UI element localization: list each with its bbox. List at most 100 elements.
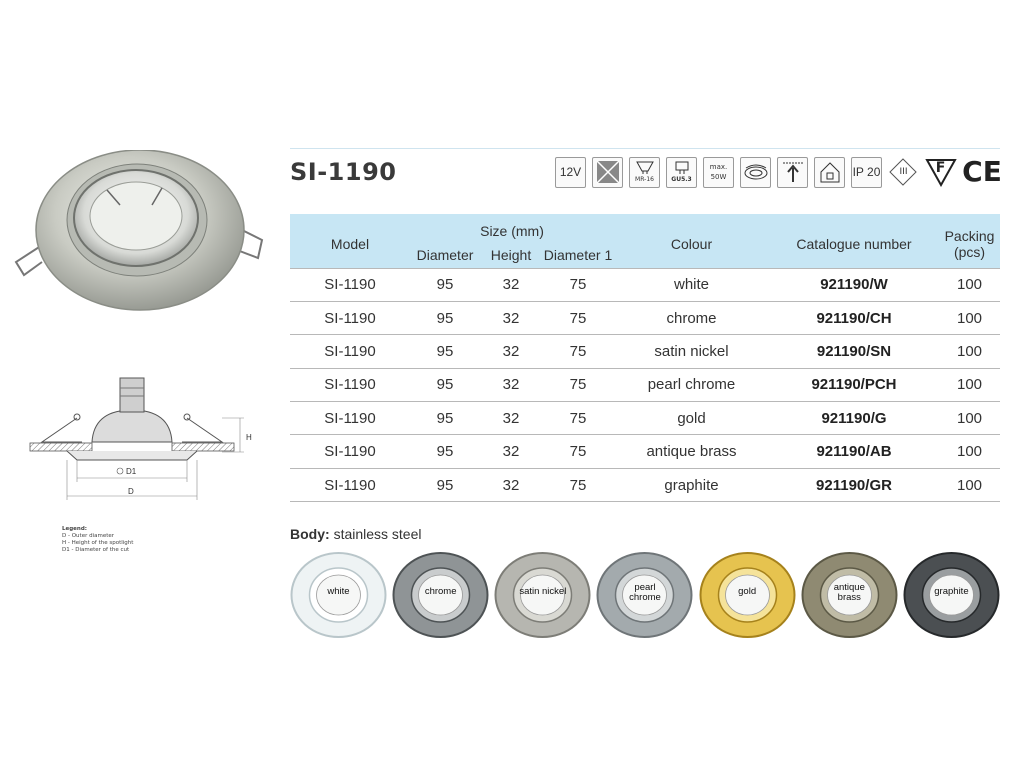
cell-model: SI-1190 xyxy=(290,401,410,436)
cell-height: 32 xyxy=(480,334,542,369)
legend-item: H - Height of the spotlight xyxy=(62,540,134,546)
table-row: SI-1190 95 32 75 gold 921190/G 100 xyxy=(290,401,1000,436)
spring-mount-icon xyxy=(740,156,771,188)
cell-height: 32 xyxy=(480,434,542,469)
cell-catalogue: 921190/AB xyxy=(769,434,939,469)
dim-label-d1: D1 xyxy=(126,467,137,476)
swatch-label: white xyxy=(290,587,387,597)
cell-catalogue: 921190/SN xyxy=(769,334,939,369)
voltage-label: 12V xyxy=(559,164,582,179)
cell-diameter: 95 xyxy=(410,301,480,336)
cell-model: SI-1190 xyxy=(290,301,410,336)
table-row: SI-1190 95 32 75 satin nickel 921190/SN 100 xyxy=(290,334,1000,369)
cell-colour: white xyxy=(614,267,769,302)
cell-diameter: 95 xyxy=(410,368,480,403)
swatch-label: pearl chrome xyxy=(596,583,693,603)
cell-diameter1: 75 xyxy=(542,301,614,336)
ip-rating-label: IP 20 xyxy=(852,164,881,179)
no-cover-icon xyxy=(592,156,623,188)
cell-packing: 100 xyxy=(939,368,1000,403)
cell-diameter1: 75 xyxy=(542,401,614,436)
header-size: Size (mm) xyxy=(410,214,614,242)
class-iii-label: III xyxy=(899,166,908,177)
swatch-label-line1: gold xyxy=(738,586,757,597)
max-power-icon: max. 50W xyxy=(703,156,734,188)
cell-height: 32 xyxy=(480,301,542,336)
cell-packing: 100 xyxy=(939,301,1000,336)
swatch-label: antique brass xyxy=(801,583,898,603)
header-model: Model xyxy=(290,214,410,268)
class-iii-icon: III xyxy=(888,157,919,188)
dim-label-h: H xyxy=(246,433,252,442)
dim-label-d: D xyxy=(128,487,134,496)
cell-height: 32 xyxy=(480,267,542,302)
ip-rating-icon: IP 20 xyxy=(851,156,882,188)
cell-catalogue: 921190/W xyxy=(769,267,939,302)
swatch-label-line2: brass xyxy=(837,592,861,603)
cell-packing: 100 xyxy=(939,434,1000,469)
cell-diameter1: 75 xyxy=(542,334,614,369)
cell-model: SI-1190 xyxy=(290,434,410,469)
colour-swatches: white chrome satin nickel pearl chrome gold an… xyxy=(290,551,1000,641)
cell-model: SI-1190 xyxy=(290,334,410,369)
cell-catalogue: 921190/G xyxy=(769,401,939,436)
cell-model: SI-1190 xyxy=(290,368,410,403)
header-diameter: Diameter xyxy=(410,242,480,268)
swatch-label-line1: satin nickel xyxy=(519,586,567,597)
swatch-label: gold xyxy=(699,587,796,597)
table-body: SI-1190 95 32 75 white 921190/W 100 SI-1190 95 3… xyxy=(290,267,1000,503)
body-material-value: stainless steel xyxy=(333,526,422,542)
ce-mark-icon: CE xyxy=(962,157,1002,188)
cell-packing: 100 xyxy=(939,334,1000,369)
colour-swatch: pearl chrome xyxy=(596,551,693,639)
header-packing-unit: (pcs) xyxy=(953,243,986,260)
colour-swatch: satin nickel xyxy=(494,551,591,639)
cell-diameter: 95 xyxy=(410,334,480,369)
header-packing: Packing (pcs) xyxy=(939,214,1000,268)
socket-type-label: GU5.3 xyxy=(671,175,692,183)
cell-height: 32 xyxy=(480,401,542,436)
cell-model: SI-1190 xyxy=(290,267,410,302)
colour-swatch: antique brass xyxy=(801,551,898,639)
cell-colour: chrome xyxy=(614,301,769,336)
cell-model: SI-1190 xyxy=(290,468,410,503)
cell-colour: graphite xyxy=(614,468,769,503)
cell-height: 32 xyxy=(480,368,542,403)
product-photo xyxy=(14,150,264,311)
header-catalogue: Catalogue number xyxy=(769,214,939,268)
cell-diameter1: 75 xyxy=(542,368,614,403)
swatch-label: chrome xyxy=(392,587,489,597)
colour-swatch: gold xyxy=(699,551,796,639)
swatch-label: graphite xyxy=(903,587,1000,597)
f-mark-icon: F xyxy=(925,157,957,188)
body-material: Body: stainless steel xyxy=(290,526,422,542)
legend-item: D - Outer diameter xyxy=(62,533,115,539)
header-height: Height xyxy=(480,242,542,268)
header-diameter1: Diameter 1 xyxy=(542,242,614,268)
ce-mark-label: CE xyxy=(962,155,1002,188)
cell-height: 32 xyxy=(480,468,542,503)
bulb-type-icon: MR-16 xyxy=(629,156,660,188)
header-divider xyxy=(290,148,1000,149)
cell-packing: 100 xyxy=(939,468,1000,503)
body-label: Body: xyxy=(290,526,330,542)
f-mark-label: F xyxy=(935,159,946,176)
cell-diameter: 95 xyxy=(410,267,480,302)
cell-diameter: 95 xyxy=(410,468,480,503)
indoor-icon xyxy=(814,156,845,188)
cell-packing: 100 xyxy=(939,401,1000,436)
legend-item: D1 - Diameter of the cut xyxy=(62,547,130,553)
cell-diameter: 95 xyxy=(410,401,480,436)
spec-table: Model Size (mm) Colour Catalogue number … xyxy=(290,214,1000,503)
cell-colour: antique brass xyxy=(614,434,769,469)
voltage-icon: 12V xyxy=(555,156,586,188)
cell-diameter: 95 xyxy=(410,434,480,469)
cell-catalogue: 921190/PCH xyxy=(769,368,939,403)
cell-diameter1: 75 xyxy=(542,267,614,302)
table-row: SI-1190 95 32 75 white 921190/W 100 xyxy=(290,267,1000,302)
header-colour: Colour xyxy=(614,214,769,268)
table-row: SI-1190 95 32 75 antique brass 921190/AB 100 xyxy=(290,434,1000,469)
cell-catalogue: 921190/CH xyxy=(769,301,939,336)
table-row: SI-1190 95 32 75 chrome 921190/CH 100 xyxy=(290,301,1000,336)
table-row: SI-1190 95 32 75 graphite 921190/GR 100 xyxy=(290,468,1000,503)
